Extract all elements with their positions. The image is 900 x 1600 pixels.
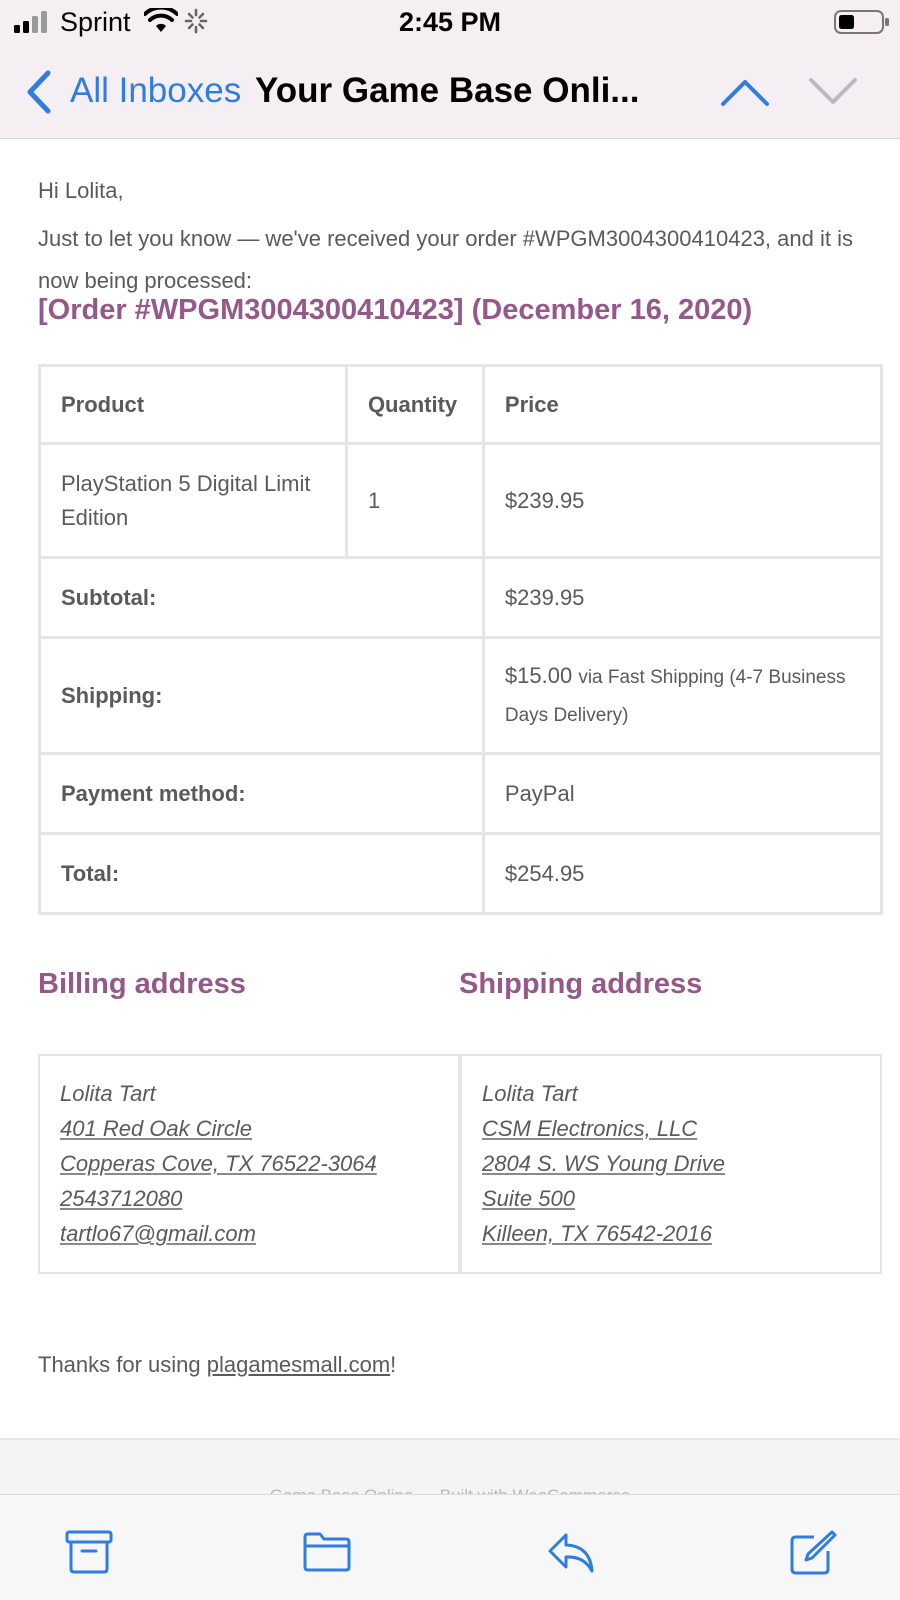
billing-email-link[interactable]: tartlo67@gmail.com <box>60 1216 438 1251</box>
subtotal-row: Subtotal: $239.95 <box>38 556 884 639</box>
greeting: Hi Lolita, <box>38 178 124 203</box>
bottom-toolbar <box>0 1494 900 1600</box>
billing-name: Lolita Tart <box>60 1081 156 1106</box>
billing-city-link[interactable]: Copperas Cove, TX 76522-3064 <box>60 1146 438 1181</box>
back-chevron-icon[interactable] <box>24 69 54 115</box>
shipping-name: Lolita Tart <box>482 1081 578 1106</box>
payment-label: Payment method: <box>38 752 485 835</box>
subtotal-value: $239.95 <box>481 556 884 639</box>
shipping-value-cell: $15.00 via Fast Shipping (4-7 Business D… <box>481 636 884 755</box>
intro-text: Just to let you know — we've received yo… <box>38 226 853 293</box>
thanks-prefix: Thanks for using <box>38 1352 207 1377</box>
status-time: 2:45 PM <box>398 7 502 37</box>
shipping-company-link[interactable]: CSM Electronics, LLC <box>482 1111 860 1146</box>
thanks-suffix: ! <box>390 1352 397 1377</box>
shipping-address-box: Lolita Tart CSM Electronics, LLC 2804 S.… <box>460 1054 882 1274</box>
shipping-street-link[interactable]: 2804 S. WS Young Drive <box>482 1146 860 1181</box>
billing-street-link[interactable]: 401 Red Oak Circle <box>60 1111 438 1146</box>
total-label: Total: <box>38 832 485 915</box>
shipping-row: Shipping: $15.00 via Fast Shipping (4-7 … <box>38 636 884 755</box>
order-table: Product Quantity Price PlayStation 5 Dig… <box>38 364 884 915</box>
battery-icon <box>834 10 889 34</box>
item-price: $239.95 <box>481 442 884 559</box>
back-to-inboxes-button[interactable]: All Inboxes <box>70 71 241 111</box>
billing-address-heading: Billing address <box>38 968 246 1000</box>
table-row: PlayStation 5 Digital Limit Edition 1 $2… <box>38 442 884 559</box>
order-heading: [Order #WPGM3004300410423] (December 16,… <box>38 294 753 326</box>
shipping-suite-link[interactable]: Suite 500 <box>482 1181 860 1216</box>
shipping-amount: $15.00 <box>504 662 573 688</box>
header-quantity: Quantity <box>344 364 485 445</box>
next-message-chevron-down-icon[interactable] <box>808 74 858 108</box>
billing-address-box: Lolita Tart 401 Red Oak Circle Copperas … <box>38 1054 460 1274</box>
table-header-row: Product Quantity Price <box>38 364 884 445</box>
folder-icon[interactable] <box>302 1529 352 1575</box>
thanks-text: Thanks for using plagamesmall.com! <box>38 1352 396 1378</box>
previous-message-chevron-up-icon[interactable] <box>720 74 770 108</box>
archive-icon[interactable] <box>64 1529 114 1575</box>
shipping-city-link[interactable]: Killeen, TX 76542-2016 <box>482 1216 860 1251</box>
email-footer: Game Base Online — Built with WooCommerc… <box>0 1438 900 1505</box>
mail-header: Sprint 2:45 PM All Inboxes Your Game Bas… <box>0 0 900 139</box>
payment-row: Payment method: PayPal <box>38 752 884 835</box>
payment-value: PayPal <box>481 752 884 835</box>
header-price: Price <box>481 364 884 445</box>
status-bar: Sprint 2:45 PM <box>0 0 900 44</box>
subtotal-label: Subtotal: <box>38 556 485 639</box>
reply-icon[interactable] <box>546 1529 596 1575</box>
item-product: PlayStation 5 Digital Limit Edition <box>38 442 348 559</box>
email-subject: Your Game Base Onli... <box>255 71 640 110</box>
mail-nav-row: All Inboxes Your Game Base Onli... <box>0 60 900 124</box>
total-row: Total: $254.95 <box>38 832 884 915</box>
billing-phone-link[interactable]: 2543712080 <box>60 1181 438 1216</box>
header-product: Product <box>38 364 348 445</box>
total-value: $254.95 <box>481 832 884 915</box>
shipping-label: Shipping: <box>38 636 485 755</box>
shipping-address-heading: Shipping address <box>459 968 703 1000</box>
item-quantity: 1 <box>344 442 485 559</box>
store-link[interactable]: plagamesmall.com <box>207 1352 390 1377</box>
compose-icon[interactable] <box>788 1529 838 1575</box>
